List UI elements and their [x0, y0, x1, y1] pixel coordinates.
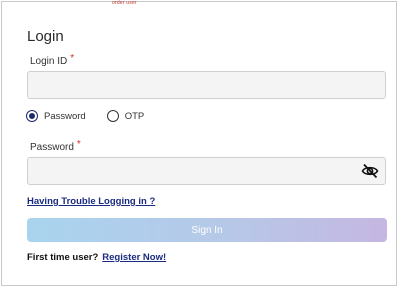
required-marker: * [76, 139, 81, 150]
radio-option-password[interactable]: Password [26, 110, 86, 122]
radio-password[interactable] [26, 110, 38, 122]
password-label-text: Password [30, 142, 74, 153]
sign-in-button[interactable]: Sign In [27, 218, 387, 242]
login-id-label-text: Login ID [30, 56, 68, 67]
first-time-user-text: First time user? [27, 252, 99, 263]
login-id-label: Login ID * [30, 53, 74, 67]
eye-slash-icon[interactable] [361, 163, 379, 179]
page-title: Login [27, 28, 64, 45]
trouble-logging-link[interactable]: Having Trouble Logging in ? [27, 196, 155, 207]
top-clipped-text: order user [112, 0, 137, 6]
password-input[interactable] [27, 157, 386, 185]
radio-option-otp[interactable]: OTP [106, 110, 145, 122]
required-marker: * [70, 53, 75, 64]
password-label: Password * [30, 139, 81, 153]
radio-password-label: Password [44, 110, 86, 122]
first-time-user-row: First time user? Register Now! [27, 252, 166, 263]
register-now-link[interactable]: Register Now! [102, 252, 166, 263]
radio-otp-label: OTP [124, 110, 145, 122]
auth-method-group: Password OTP [26, 110, 144, 122]
radio-otp[interactable] [106, 110, 119, 122]
login-id-input[interactable] [27, 71, 386, 99]
